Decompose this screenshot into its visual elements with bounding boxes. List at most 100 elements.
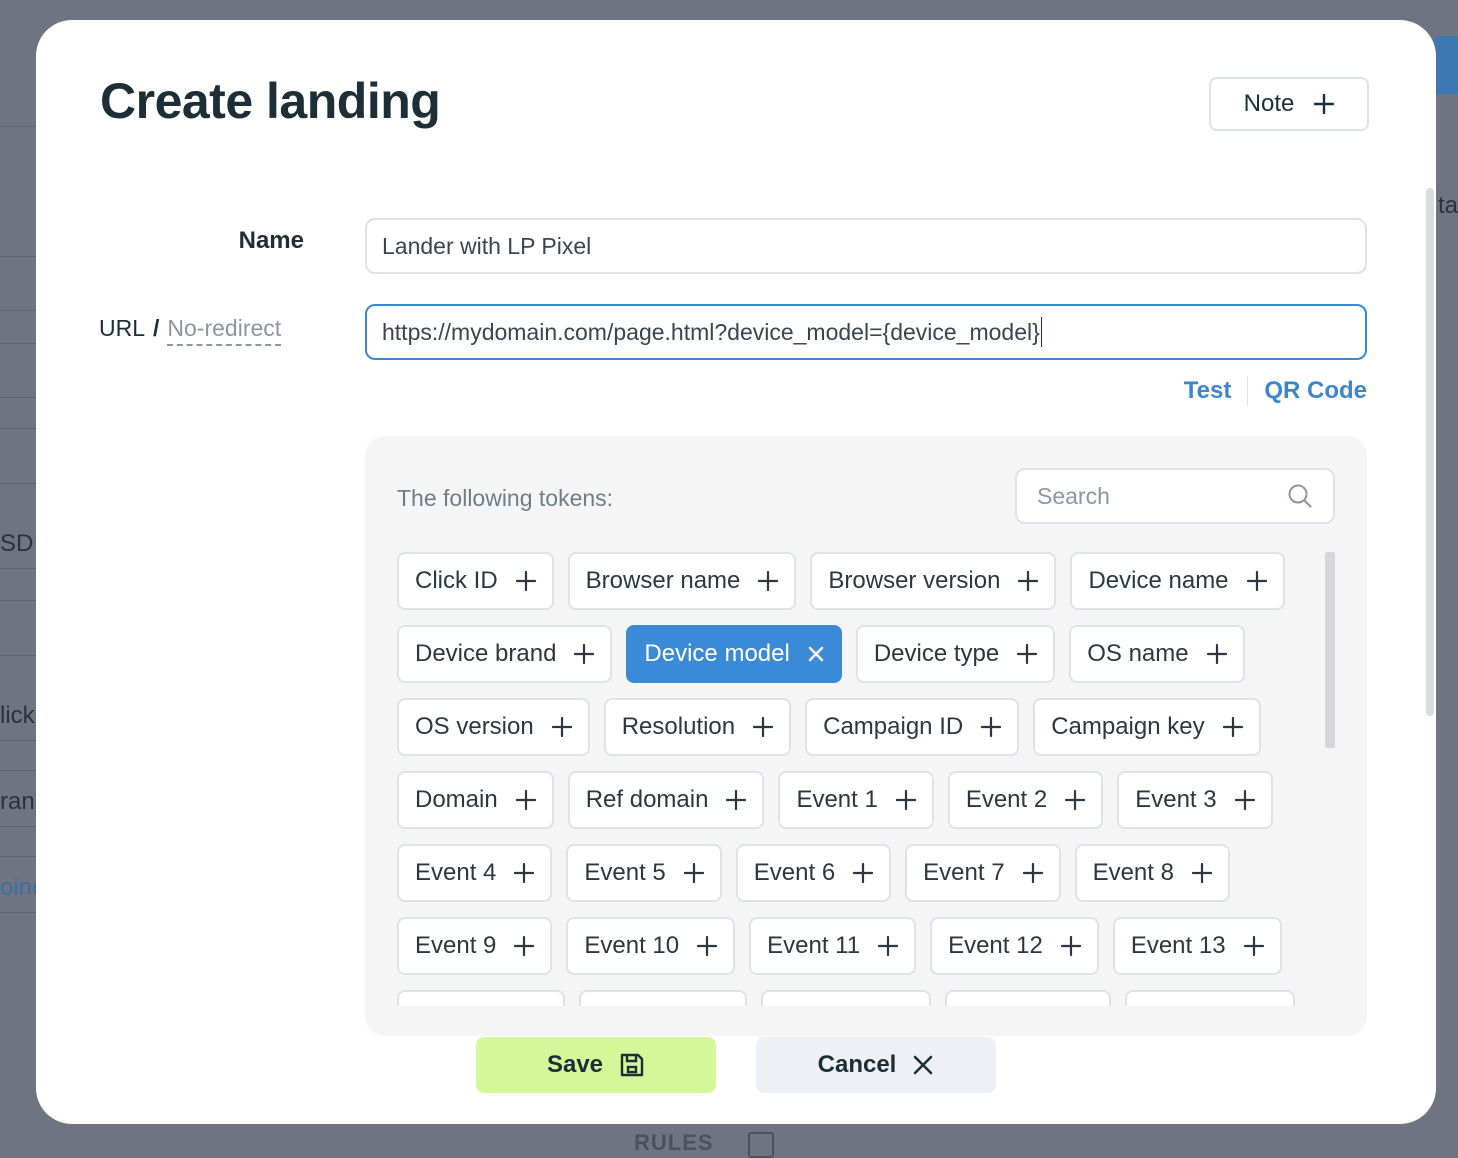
link-divider — [1247, 376, 1249, 406]
search-icon — [1287, 483, 1313, 509]
tokens-list: Click ID Browser name Browser version Devic… — [397, 552, 1327, 1006]
token-label: Event 3 — [1135, 786, 1217, 813]
note-button[interactable]: Note — [1209, 77, 1369, 131]
bg-text: lick — [0, 702, 35, 729]
token-label: OS name — [1087, 640, 1189, 667]
bg-divider — [0, 912, 40, 913]
token-label: Campaign key — [1051, 713, 1205, 740]
bg-divider — [0, 826, 40, 827]
bg-divider — [0, 126, 40, 127]
plus-icon — [758, 571, 779, 591]
token-chip[interactable]: Event 9 — [397, 917, 553, 975]
tokens-heading: The following tokens: — [397, 485, 614, 511]
token-label: Click ID — [415, 567, 498, 594]
bg-divider — [0, 655, 40, 656]
bg-text: ran — [0, 788, 35, 815]
modal-scrollbar[interactable] — [1426, 188, 1434, 716]
plus-icon — [515, 790, 536, 810]
token-label: Event 8 — [1092, 859, 1174, 886]
plus-icon — [1017, 644, 1038, 664]
plus-icon — [514, 863, 535, 883]
token-search-input[interactable]: Search — [1015, 468, 1335, 524]
no-redirect-toggle[interactable]: No-redirect — [167, 315, 282, 346]
note-button-label: Note — [1243, 90, 1295, 117]
token-chip[interactable]: Event 5 — [566, 844, 722, 902]
token-label: Event 5 — [584, 859, 666, 886]
token-chip[interactable]: Event 13 — [1112, 917, 1282, 975]
token-chip[interactable] — [761, 990, 931, 1006]
token-chip[interactable]: Click ID — [397, 552, 554, 610]
token-chip[interactable]: Campaign key — [1033, 698, 1261, 756]
save-button-label: Save — [546, 1051, 604, 1078]
bg-divider — [0, 428, 40, 429]
plus-icon — [514, 936, 535, 956]
token-label: Resolution — [621, 713, 736, 740]
bg-divider — [0, 740, 40, 741]
token-label: Event 6 — [753, 859, 836, 886]
token-chip[interactable]: Event 10 — [566, 917, 736, 975]
tokens-scrollbar[interactable] — [1325, 552, 1335, 748]
token-chip[interactable]: OS version — [397, 698, 590, 756]
token-chip[interactable] — [397, 990, 565, 1006]
bg-text: ta — [1437, 192, 1458, 219]
token-label: Event 2 — [965, 786, 1048, 813]
token-chip[interactable]: Resolution — [603, 698, 792, 756]
token-chip[interactable]: Event 3 — [1117, 771, 1273, 829]
token-label: Device type — [873, 640, 1000, 667]
bg-text: SD — [0, 530, 34, 557]
qr-code-link[interactable]: QR Code — [1264, 377, 1367, 405]
token-chip[interactable]: Device name — [1070, 552, 1285, 610]
create-landing-modal: Create landing Note Name Lander with LP … — [36, 20, 1436, 1124]
test-link[interactable]: Test — [1184, 377, 1232, 405]
bg-divider — [0, 568, 40, 569]
cancel-button[interactable]: Cancel — [756, 1037, 996, 1093]
token-chip[interactable]: Campaign ID — [805, 698, 1020, 756]
bg-divider — [0, 856, 40, 857]
token-label: Event 12 — [948, 932, 1043, 959]
tokens-panel: The following tokens: Search Click ID Bro… — [365, 436, 1367, 1036]
bg-button — [1434, 36, 1458, 94]
token-chip[interactable]: Domain — [397, 771, 554, 829]
token-chip[interactable]: Device brand — [397, 625, 613, 683]
plus-icon — [1314, 94, 1335, 114]
bg-divider — [0, 600, 40, 601]
token-chip[interactable]: Event 7 — [905, 844, 1061, 902]
token-chip[interactable]: Ref domain — [567, 771, 765, 829]
token-label: Event 10 — [584, 932, 680, 959]
copy-icon — [748, 1132, 774, 1158]
token-chip[interactable]: Event 8 — [1074, 844, 1230, 902]
token-chip[interactable]: Event 11 — [749, 917, 917, 975]
plus-icon — [878, 936, 899, 956]
token-chip[interactable]: Event 4 — [397, 844, 553, 902]
token-label: Ref domain — [585, 786, 709, 813]
plus-icon — [753, 717, 774, 737]
token-chip[interactable] — [1125, 990, 1295, 1006]
token-chip[interactable]: Browser version — [810, 552, 1057, 610]
name-label: Name — [238, 227, 304, 254]
token-chip[interactable]: Event 6 — [735, 844, 892, 902]
token-chip[interactable]: Event 1 — [778, 771, 934, 829]
token-chip[interactable]: Event 12 — [930, 917, 1099, 975]
token-chip[interactable]: OS name — [1069, 625, 1245, 683]
token-chip[interactable] — [579, 990, 747, 1006]
token-label: OS version — [415, 713, 534, 740]
token-label: Event 9 — [415, 932, 497, 959]
name-input[interactable]: Lander with LP Pixel — [365, 218, 1367, 274]
cancel-button-label: Cancel — [817, 1051, 897, 1078]
plus-icon — [551, 717, 572, 737]
token-label: Event 1 — [796, 786, 878, 813]
token-label: Event 7 — [923, 859, 1005, 886]
token-label: Event 4 — [415, 859, 497, 886]
url-input[interactable]: https://mydomain.com/page.html?device_mo… — [365, 304, 1367, 360]
url-actions: Test QR Code — [1184, 376, 1367, 406]
plus-icon — [981, 717, 1002, 737]
token-chip[interactable]: Device model — [626, 625, 842, 683]
token-chip[interactable]: Browser name — [567, 552, 797, 610]
token-chip[interactable]: Device type — [855, 625, 1056, 683]
save-button[interactable]: Save — [476, 1037, 716, 1093]
token-chip[interactable] — [945, 990, 1111, 1006]
plus-icon — [683, 863, 704, 883]
token-chip[interactable]: Event 2 — [947, 771, 1104, 829]
token-label: Domain — [415, 786, 498, 813]
plus-icon — [726, 790, 747, 810]
